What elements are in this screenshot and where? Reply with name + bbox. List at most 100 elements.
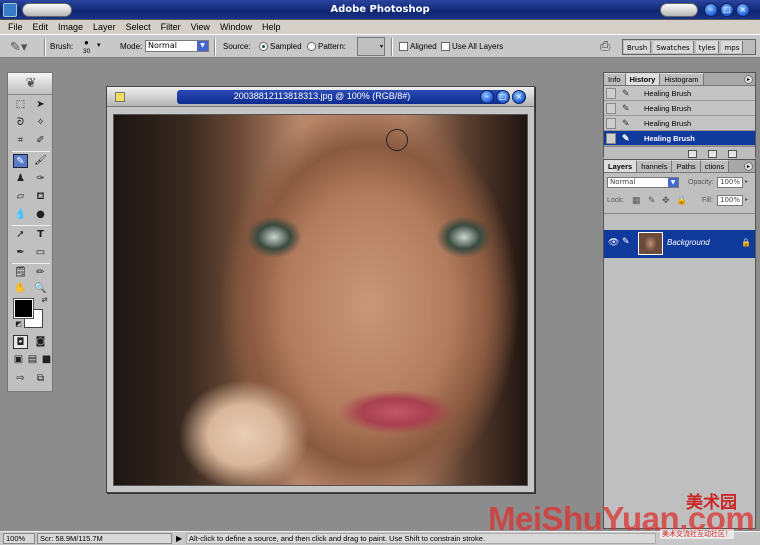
close-button[interactable]: × <box>736 3 750 17</box>
magic-wand-tool-icon[interactable]: ✧ <box>33 116 48 130</box>
marquee-tool-icon[interactable]: ⬚ <box>13 98 28 112</box>
pen-tool-icon[interactable]: ✒ <box>13 246 28 260</box>
pattern-picker[interactable]: ▾ <box>357 37 385 56</box>
app-title-bar[interactable]: Adobe Photoshop – □ × <box>0 0 760 20</box>
palette-menu-icon[interactable]: ▸ <box>744 162 753 171</box>
opacity-field[interactable]: 100% <box>717 177 743 188</box>
well-tab-brushes[interactable]: Brush <box>624 41 652 53</box>
zoom-field[interactable]: 100% <box>3 533 35 544</box>
new-document-from-state-icon[interactable] <box>688 150 697 158</box>
photoshop-feather-icon[interactable]: ❦ <box>18 76 44 91</box>
screen-mode-standard-icon[interactable]: ▣ <box>11 353 26 367</box>
eraser-tool-icon[interactable]: ▱ <box>13 190 28 204</box>
use-all-layers-checkbox[interactable] <box>441 42 450 51</box>
menu-select[interactable]: Select <box>121 20 156 34</box>
document-title-bar[interactable]: 20038812113818313.jpg @ 100% (RGB/8#) – … <box>107 87 534 107</box>
lock-all-icon[interactable]: 🔒 <box>676 195 687 206</box>
dodge-tool-icon[interactable]: ● <box>33 208 48 222</box>
info-menu-arrow-icon[interactable]: ▶ <box>176 534 182 543</box>
brush-preview-icon[interactable]: ● <box>84 38 89 47</box>
document-maximize-button[interactable]: □ <box>496 90 510 104</box>
quick-mask-mode-icon[interactable]: ◙ <box>33 335 48 349</box>
tab-paths[interactable]: Paths <box>672 160 701 172</box>
menu-filter[interactable]: Filter <box>156 20 186 34</box>
screen-mode-full-menu-icon[interactable]: ▤ <box>25 353 40 367</box>
fill-arrow-icon[interactable]: ▸ <box>745 196 748 203</box>
healing-brush-tool-preset-icon[interactable]: ✎▾ <box>10 39 27 55</box>
image-canvas[interactable] <box>113 114 528 486</box>
menu-file[interactable]: File <box>3 20 28 34</box>
palette-menu-icon[interactable]: ▸ <box>744 75 753 84</box>
menu-edit[interactable]: Edit <box>28 20 54 34</box>
toolbox-header[interactable]: ❦ <box>8 73 52 95</box>
document-minimize-button[interactable]: – <box>480 90 494 104</box>
tab-layers[interactable]: Layers <box>604 160 638 172</box>
paint-bucket-tool-icon[interactable]: ⛾ <box>33 190 48 204</box>
shape-tool-icon[interactable]: ▭ <box>33 246 48 260</box>
crop-tool-icon[interactable]: ⌗ <box>13 134 28 148</box>
well-tab-styles[interactable]: tyles <box>695 41 720 53</box>
history-state-current[interactable]: ✎ Healing Brush <box>604 131 755 146</box>
file-browser-icon[interactable]: ⎙ <box>600 38 610 54</box>
snapshot-icon[interactable] <box>708 150 717 158</box>
pattern-radio[interactable] <box>307 42 316 51</box>
well-tab-comps[interactable]: mps <box>721 41 744 53</box>
swap-colors-icon[interactable]: ⇄ <box>37 293 52 307</box>
maximize-button[interactable]: □ <box>720 3 734 17</box>
menu-layer[interactable]: Layer <box>88 20 121 34</box>
opacity-value: 100% <box>720 178 741 186</box>
lock-position-icon[interactable]: ✥ <box>662 195 670 206</box>
brush-tool-icon[interactable]: 🖌 <box>33 154 48 168</box>
path-selection-tool-icon[interactable]: ➚ <box>13 228 28 242</box>
history-state[interactable]: ✎ Healing Brush <box>604 101 755 116</box>
lasso-tool-icon[interactable]: ᘐ <box>13 116 28 130</box>
tab-actions[interactable]: ctions <box>700 160 730 172</box>
tab-history[interactable]: History <box>625 73 661 85</box>
brush-picker-arrow-icon[interactable]: ▾ <box>97 41 101 49</box>
lock-image-icon[interactable]: ✎ <box>648 195 656 206</box>
blend-mode-select[interactable]: Normal ▼ <box>607 177 679 188</box>
foreground-color-swatch[interactable] <box>13 298 34 319</box>
menu-view[interactable]: View <box>186 20 215 34</box>
layer-row-background[interactable]: 👁 ✎ Background 🔒 <box>604 230 755 258</box>
clone-stamp-tool-icon[interactable]: ♟ <box>13 172 28 186</box>
trash-icon[interactable] <box>728 150 737 158</box>
mode-select[interactable]: Normal ▼ <box>145 40 209 52</box>
history-source-box[interactable] <box>606 103 616 114</box>
sampled-radio[interactable] <box>259 42 268 51</box>
edit-in-imageready-icon[interactable]: ⧉ <box>33 372 48 386</box>
default-colors-icon[interactable]: ◩ <box>11 317 26 331</box>
history-source-box[interactable] <box>606 88 616 99</box>
menu-image[interactable]: Image <box>53 20 88 34</box>
hand-tool-icon[interactable]: ✋ <box>13 282 28 296</box>
tab-histogram[interactable]: Histogram <box>660 73 704 85</box>
opacity-arrow-icon[interactable]: ▸ <box>745 178 748 185</box>
standard-mode-icon[interactable]: ◘ <box>13 335 28 349</box>
history-source-box[interactable] <box>606 133 616 144</box>
lock-transparency-icon[interactable]: ▦ <box>632 195 641 206</box>
menu-window[interactable]: Window <box>215 20 257 34</box>
eyedropper-tool-icon[interactable]: ✏ <box>33 266 48 280</box>
type-tool-icon[interactable]: T <box>33 228 48 242</box>
menu-help[interactable]: Help <box>257 20 286 34</box>
healing-brush-tool-icon[interactable]: ✎ <box>13 154 28 168</box>
aligned-checkbox[interactable] <box>399 42 408 51</box>
tab-channels[interactable]: hannels <box>637 160 673 172</box>
history-brush-tool-icon[interactable]: ✑ <box>33 172 48 186</box>
history-state[interactable]: ✎ Healing Brush <box>604 116 755 131</box>
blur-tool-icon[interactable]: 💧 <box>13 208 28 222</box>
eye-visibility-icon[interactable]: 👁 <box>608 238 619 248</box>
document-close-button[interactable]: × <box>512 90 526 104</box>
fill-field[interactable]: 100% <box>717 195 743 206</box>
well-tab-swatches[interactable]: Swatches <box>653 41 694 53</box>
jump-to-imageready-icon[interactable]: ⇨ <box>13 372 28 386</box>
slice-tool-icon[interactable]: ✐ <box>33 134 48 148</box>
tab-info[interactable]: Info <box>604 73 626 85</box>
screen-mode-full-icon[interactable]: ■ <box>39 353 54 367</box>
history-source-box[interactable] <box>606 118 616 129</box>
minimize-button[interactable]: – <box>704 3 718 17</box>
brush-link-icon[interactable]: ✎ <box>622 237 630 247</box>
history-state[interactable]: ✎ Healing Brush <box>604 86 755 101</box>
move-tool-icon[interactable]: ➤ <box>33 98 48 112</box>
notes-tool-icon[interactable]: 🗒 <box>13 266 28 280</box>
